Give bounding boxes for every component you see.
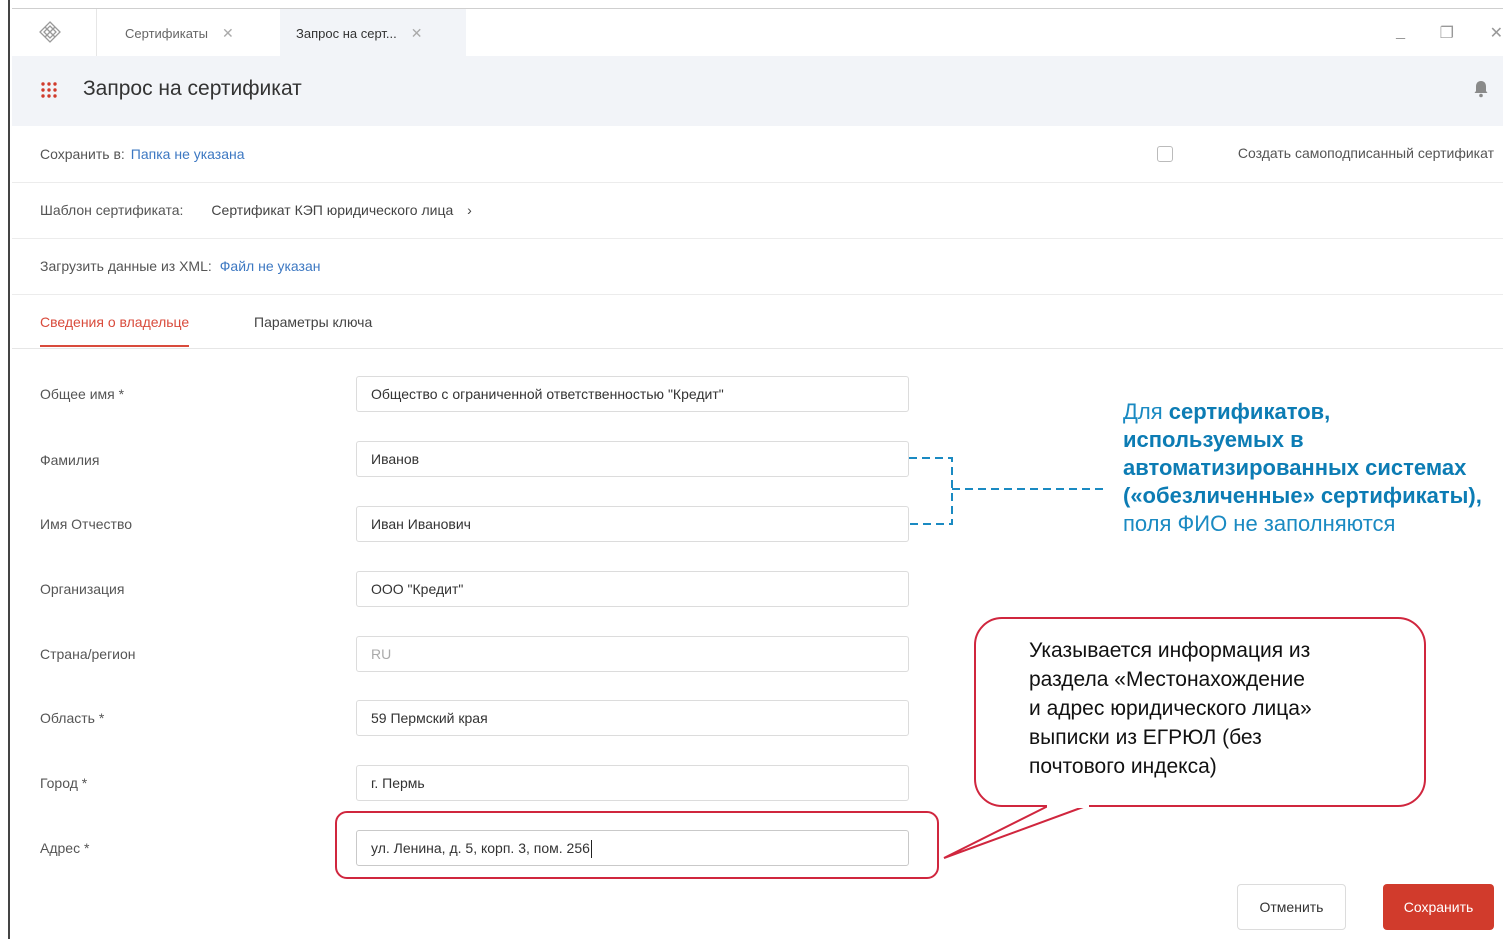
address-highlight bbox=[335, 811, 939, 879]
note-bold-text: сертификатов, используемых в автоматизир… bbox=[1123, 399, 1482, 508]
fio-note: Для сертификатов, используемых в автомат… bbox=[1123, 398, 1495, 538]
callout-pointer bbox=[943, 805, 1087, 859]
cancel-button[interactable]: Отменить bbox=[1237, 884, 1346, 930]
callout-joint bbox=[1047, 804, 1089, 808]
note-text: Для bbox=[1123, 399, 1169, 424]
save-button[interactable]: Сохранить bbox=[1383, 884, 1494, 930]
fio-bracket bbox=[909, 457, 953, 525]
note-text: поля ФИО не заполняются bbox=[1123, 511, 1396, 536]
callout-text: Указывается информация из раздела «Место… bbox=[1029, 639, 1312, 778]
